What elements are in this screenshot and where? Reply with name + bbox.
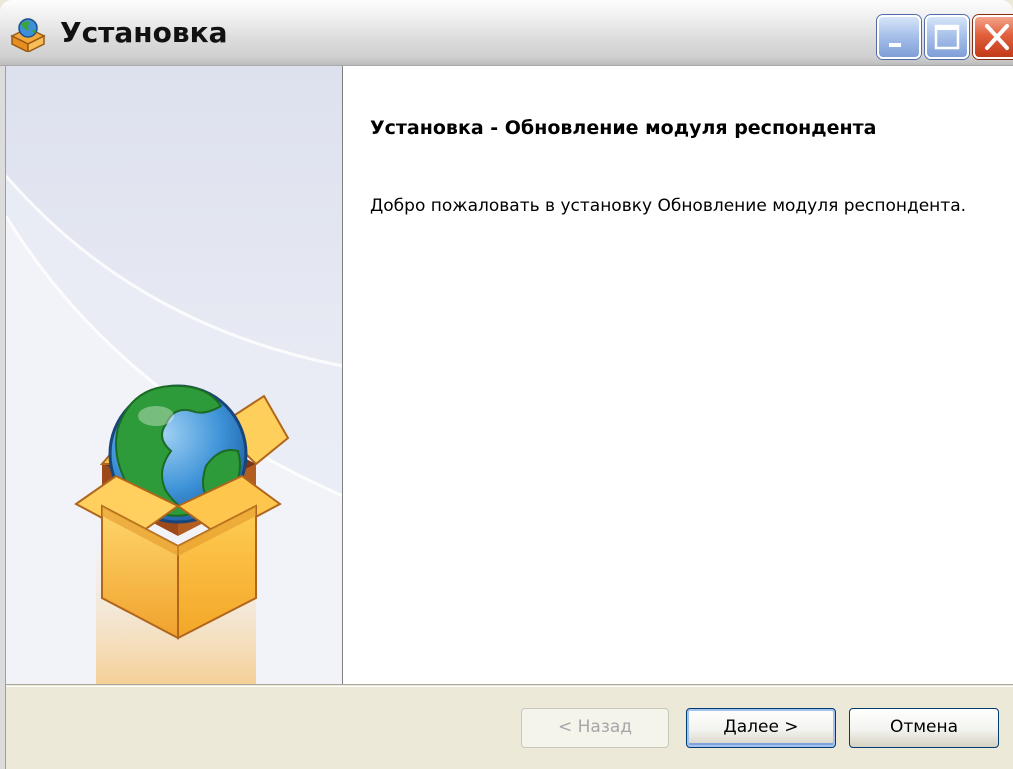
welcome-text: Добро пожаловать в установку Обновление … (370, 196, 967, 216)
wizard-sidebar (6, 66, 343, 684)
button-bar: < Назад Далее > Отмена (6, 684, 1013, 769)
window-title: Установка (60, 16, 228, 49)
wizard-content: Установка - Обновление модуля респондент… (343, 66, 1013, 684)
title-bar[interactable]: Установка (0, 0, 1013, 66)
next-button[interactable]: Далее > (686, 708, 836, 748)
maximize-button[interactable] (925, 15, 969, 59)
installer-window: Установка Установка - Обновление модуля … (0, 0, 1013, 769)
close-button[interactable] (973, 15, 1013, 59)
divider (6, 686, 1013, 687)
back-button[interactable]: < Назад (521, 708, 669, 748)
installer-globe-box-icon (8, 16, 48, 54)
page-title: Установка - Обновление модуля респондент… (370, 117, 877, 139)
cancel-button[interactable]: Отмена (849, 708, 999, 748)
minimize-button[interactable] (877, 15, 921, 59)
